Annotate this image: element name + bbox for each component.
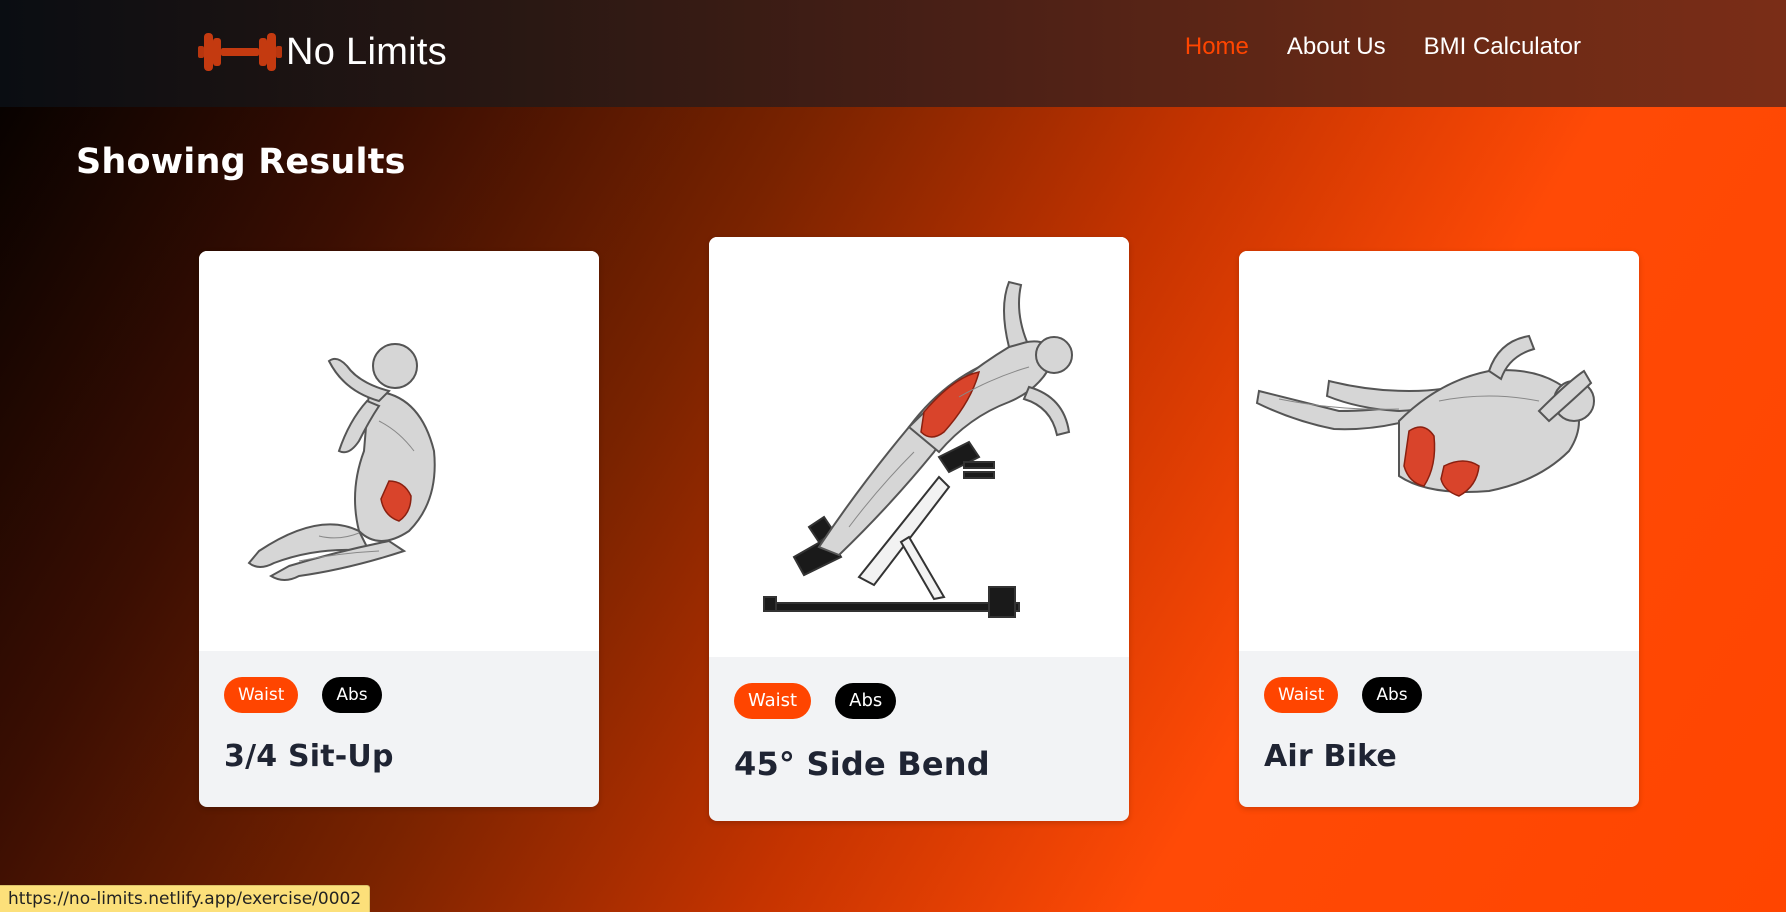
exercise-image [709, 237, 1129, 657]
card-tags: Waist Abs [1239, 677, 1639, 713]
body-part-tag[interactable]: Waist [224, 677, 299, 713]
brand-name: No Limits [286, 30, 448, 73]
card-tags: Waist Abs [199, 677, 599, 713]
exercise-illustration-icon [1255, 334, 1595, 497]
exercise-name: 3/4 Sit-Up [224, 739, 394, 774]
exercise-illustration-icon [763, 280, 1073, 618]
exercise-card[interactable]: Waist Abs 3/4 Sit-Up [199, 251, 599, 807]
exercise-card[interactable]: Waist Abs Air Bike [1239, 251, 1639, 807]
body-part-tag[interactable]: Waist [734, 683, 812, 719]
exercise-illustration-icon [247, 343, 436, 581]
target-muscle-tag[interactable]: Abs [322, 677, 382, 713]
nav-home-link[interactable]: Home [1185, 33, 1249, 61]
dumbbell-icon [198, 33, 282, 71]
card-tags: Waist Abs [709, 683, 1129, 719]
exercise-card[interactable]: Waist Abs 45° Side Bend [709, 237, 1129, 821]
exercise-image [199, 251, 599, 651]
nav-bmi-calculator-link[interactable]: BMI Calculator [1424, 33, 1581, 61]
exercise-image [1239, 251, 1639, 651]
body-part-tag[interactable]: Waist [1264, 677, 1339, 713]
exercise-name: 45° Side Bend [734, 745, 990, 783]
brand-logo-link[interactable]: No Limits [196, 26, 447, 78]
top-navbar: No Limits Home About Us BMI Calculator [0, 0, 1786, 107]
nav-about-us-link[interactable]: About Us [1287, 33, 1386, 61]
exercise-name: Air Bike [1264, 739, 1397, 774]
target-muscle-tag[interactable]: Abs [1362, 677, 1422, 713]
results-heading: Showing Results [76, 142, 406, 182]
main-nav: Home About Us BMI Calculator [1185, 33, 1581, 61]
link-status-bar: https://no-limits.netlify.app/exercise/0… [0, 885, 371, 912]
target-muscle-tag[interactable]: Abs [835, 683, 897, 719]
